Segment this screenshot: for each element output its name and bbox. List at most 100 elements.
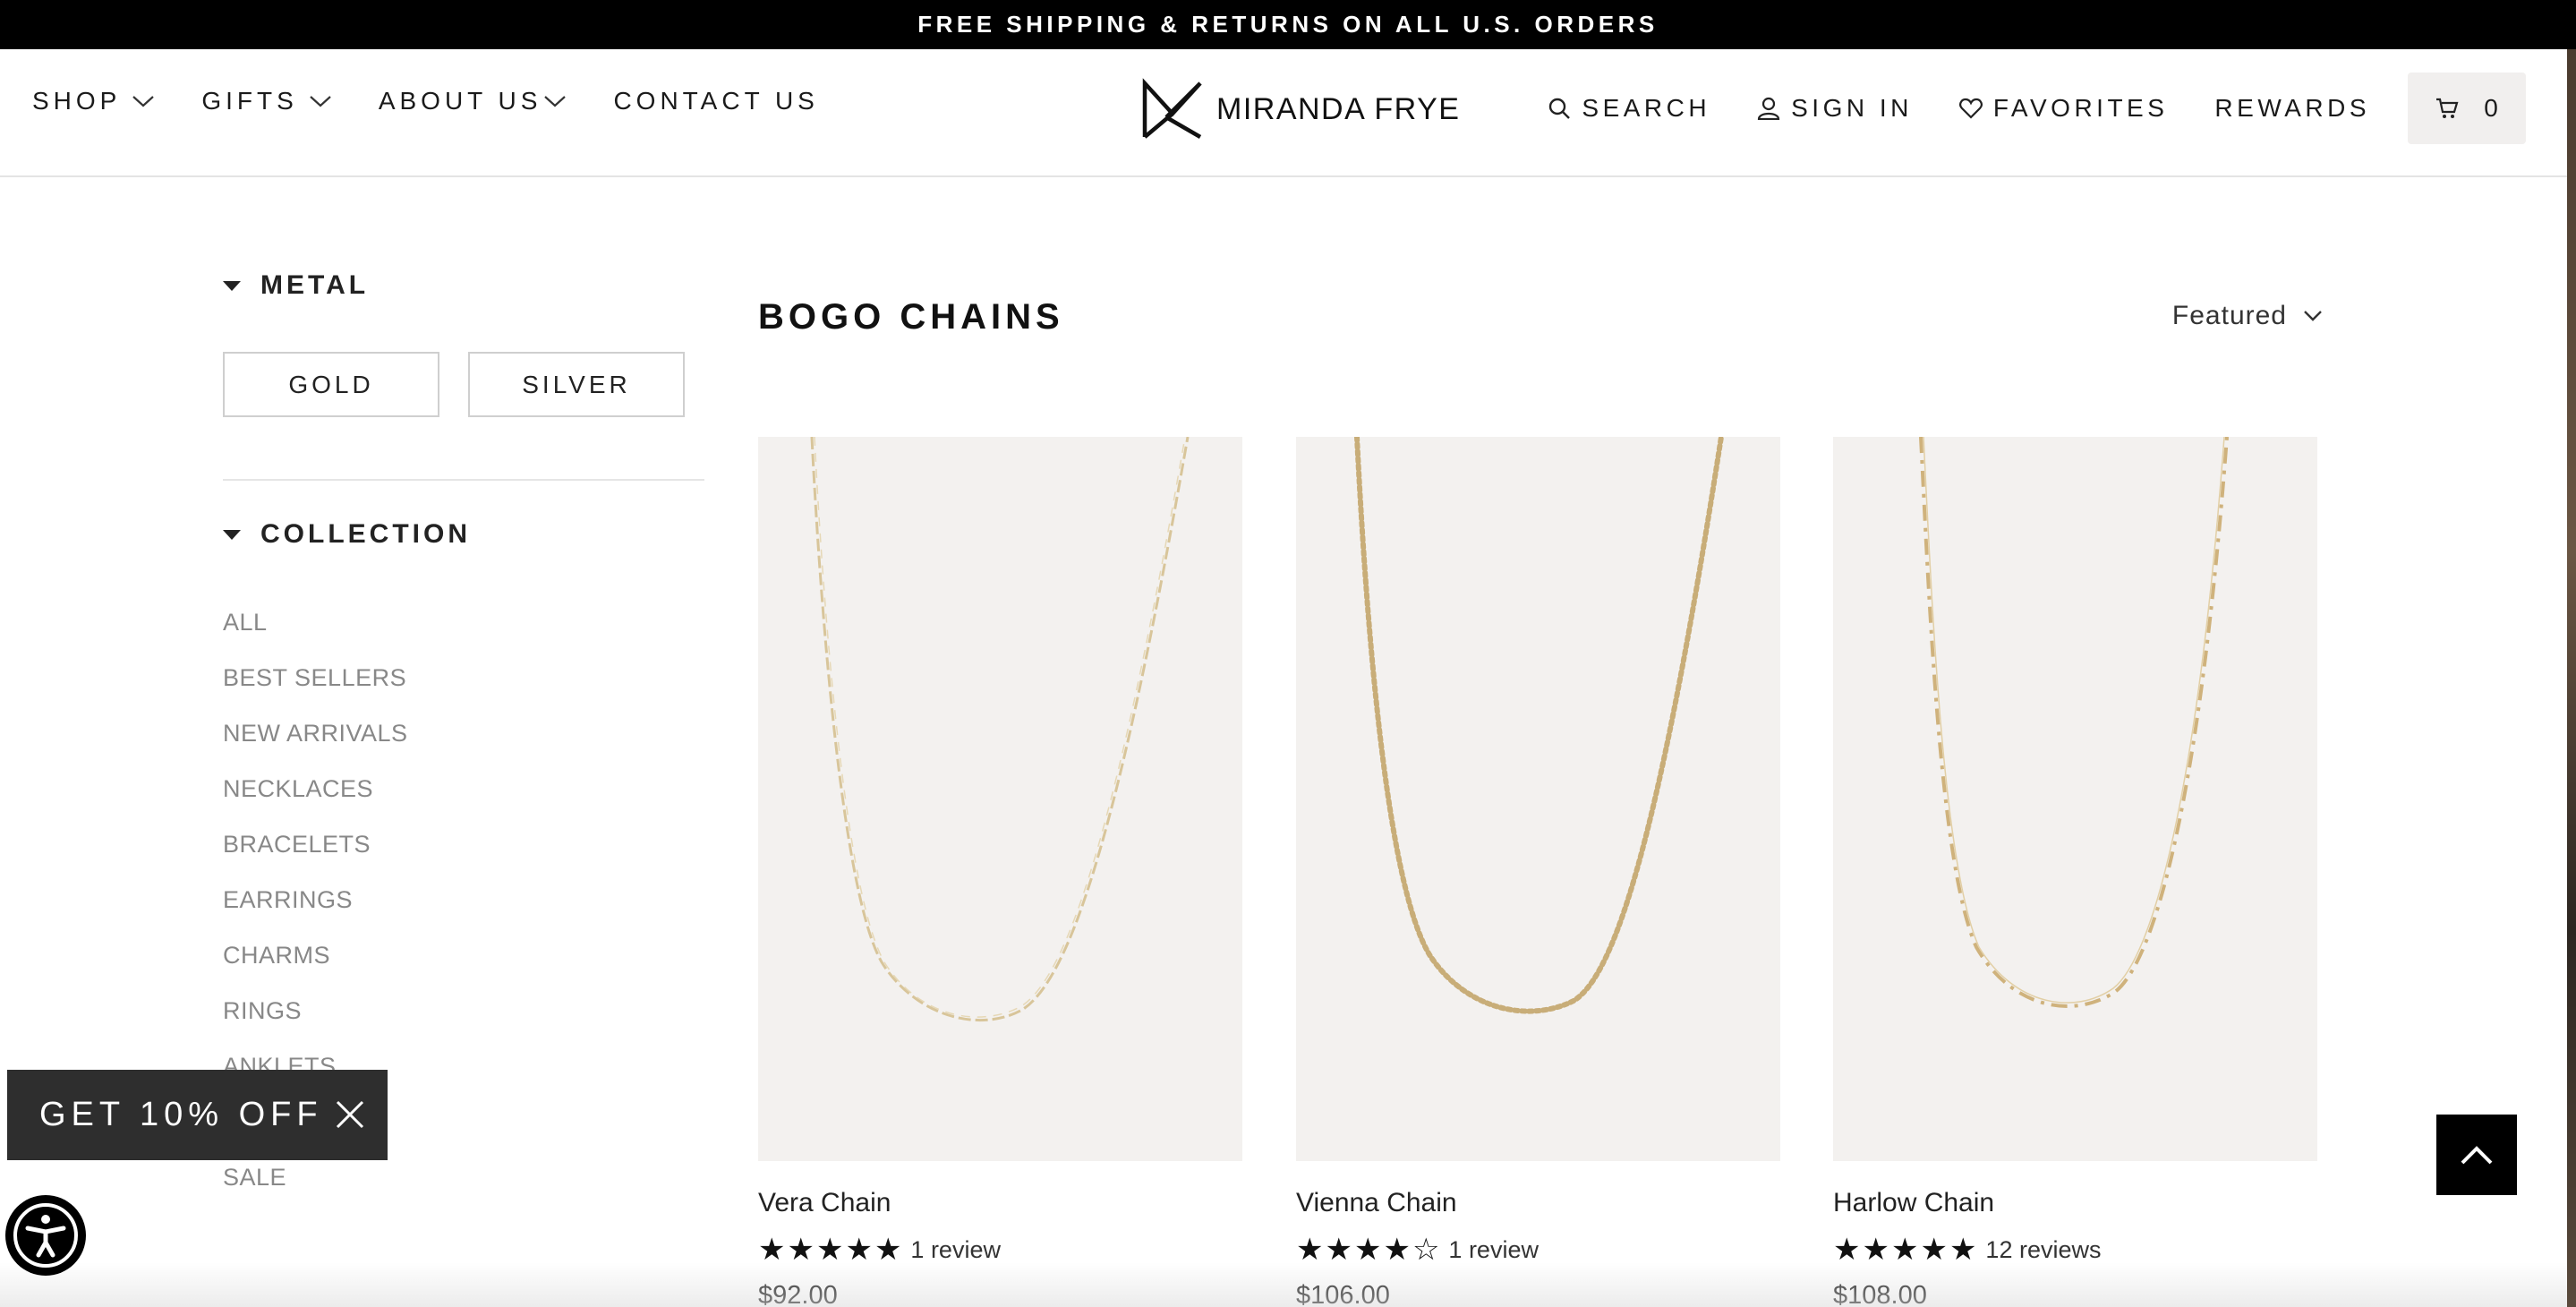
product-image[interactable] bbox=[758, 437, 1242, 1161]
chevron-down-icon bbox=[544, 96, 567, 107]
product-name[interactable]: Harlow Chain bbox=[1833, 1188, 2317, 1218]
star-full-icon: ★ bbox=[1920, 1233, 1948, 1267]
star-full-icon: ★ bbox=[1296, 1233, 1324, 1267]
favorites-link[interactable]: FAVORITES bbox=[1958, 94, 2169, 123]
collection-item-rings[interactable]: RINGS bbox=[223, 997, 408, 1053]
nav-shop-label: SHOP bbox=[32, 87, 122, 115]
star-rating: ★ ★ ★ ★ ★ bbox=[1833, 1234, 1978, 1265]
star-full-icon: ★ bbox=[1833, 1233, 1861, 1267]
sign-in-label: SIGN IN bbox=[1791, 94, 1913, 122]
chain-necklace-image bbox=[1919, 437, 2229, 1008]
filter-divider bbox=[223, 479, 704, 481]
star-full-icon: ★ bbox=[787, 1233, 815, 1267]
product-price: $92.00 bbox=[758, 1281, 838, 1307]
search-label: SEARCH bbox=[1582, 94, 1711, 122]
star-rating: ★ ★ ★ ★ ★ bbox=[758, 1234, 903, 1265]
rewards-link[interactable]: REWARDS bbox=[2214, 94, 2370, 123]
metal-filter-toggle[interactable]: METAL bbox=[223, 270, 369, 301]
chevron-down-icon bbox=[2304, 311, 2322, 321]
brand-name: MIRANDA FRYE bbox=[1216, 91, 1461, 126]
metal-gold-label: GOLD bbox=[288, 370, 374, 398]
product-card: Harlow Chain ★ ★ ★ ★ ★ 12 reviews $108.00 bbox=[1833, 437, 2317, 1307]
search-icon bbox=[1549, 98, 1571, 119]
brand-logo[interactable]: MIRANDA FRYE bbox=[1141, 78, 1460, 141]
cart-count: 0 bbox=[2484, 94, 2498, 122]
product-name[interactable]: Vienna Chain bbox=[1296, 1188, 1780, 1218]
discount-popup[interactable]: GET 10% OFF bbox=[7, 1070, 388, 1160]
metal-silver-label: SILVER bbox=[522, 370, 631, 398]
chain-necklace-image bbox=[810, 437, 1190, 1022]
review-count: 1 review bbox=[910, 1235, 1001, 1263]
star-full-icon: ★ bbox=[1949, 1233, 1977, 1267]
accessibility-icon bbox=[13, 1203, 78, 1268]
product-image[interactable] bbox=[1833, 437, 2317, 1161]
star-empty-icon: ☆ bbox=[1412, 1233, 1440, 1267]
discount-popup-label: GET 10% OFF bbox=[39, 1096, 323, 1133]
user-icon bbox=[1758, 97, 1780, 120]
star-full-icon: ★ bbox=[815, 1233, 844, 1267]
star-full-icon: ★ bbox=[758, 1233, 786, 1267]
page-title: BOGO CHAINS bbox=[758, 297, 1064, 337]
heart-icon bbox=[1958, 98, 1983, 119]
back-to-top-button[interactable] bbox=[2436, 1115, 2517, 1195]
collection-item-all[interactable]: ALL bbox=[223, 609, 408, 664]
metal-filter-title: METAL bbox=[260, 270, 370, 300]
nav-contact-us[interactable]: CONTACT US bbox=[613, 87, 818, 115]
collection-filter-title: COLLECTION bbox=[260, 519, 471, 549]
collection-item-best-sellers[interactable]: BEST SELLERS bbox=[223, 664, 408, 720]
collection-item-new-arrivals[interactable]: NEW ARRIVALS bbox=[223, 720, 408, 775]
collection-item-charms[interactable]: CHARMS bbox=[223, 942, 408, 997]
metal-gold-button[interactable]: GOLD bbox=[223, 352, 439, 417]
main-nav: SHOP GIFTS ABOUT US CONTACT US bbox=[32, 87, 866, 115]
window-edge bbox=[2567, 49, 2576, 1307]
chevron-down-icon bbox=[310, 96, 331, 107]
chevron-up-icon bbox=[2461, 1146, 2493, 1165]
product-rating[interactable]: ★ ★ ★ ★ ☆ 1 review bbox=[1296, 1234, 1780, 1265]
product-rating[interactable]: ★ ★ ★ ★ ★ 1 review bbox=[758, 1234, 1242, 1265]
star-full-icon: ★ bbox=[1325, 1233, 1352, 1267]
product-card: Vera Chain ★ ★ ★ ★ ★ 1 review $92.00 bbox=[758, 437, 1242, 1307]
utility-nav: SEARCH SIGN IN FAVORITES REWARDS 0 bbox=[1501, 73, 2526, 144]
favorites-label: FAVORITES bbox=[1992, 94, 2169, 122]
product-image[interactable] bbox=[1296, 437, 1780, 1161]
star-full-icon: ★ bbox=[1890, 1233, 1919, 1267]
announcement-text: FREE SHIPPING & RETURNS ON ALL U.S. ORDE… bbox=[917, 11, 1659, 38]
sort-dropdown[interactable]: Featured bbox=[2172, 301, 2323, 331]
collection-item-bracelets[interactable]: BRACELETS bbox=[223, 831, 408, 886]
nav-about-us-label: ABOUT US bbox=[378, 87, 542, 115]
search-link[interactable]: SEARCH bbox=[1548, 94, 1710, 123]
review-count: 12 reviews bbox=[1985, 1235, 2102, 1263]
product-card: Vienna Chain ★ ★ ★ ★ ☆ 1 review $106.00 bbox=[1296, 437, 1780, 1307]
mf-monogram-icon bbox=[1142, 78, 1202, 139]
star-full-icon: ★ bbox=[1862, 1233, 1889, 1267]
collection-filter-toggle[interactable]: COLLECTION bbox=[223, 519, 471, 550]
chevron-down-icon bbox=[132, 96, 155, 107]
review-count: 1 review bbox=[1448, 1235, 1539, 1263]
metal-silver-button[interactable]: SILVER bbox=[468, 352, 685, 417]
product-name[interactable]: Vera Chain bbox=[758, 1188, 1242, 1218]
chain-necklace-image bbox=[1354, 437, 1724, 1014]
nav-contact-us-label: CONTACT US bbox=[613, 87, 819, 115]
product-rating[interactable]: ★ ★ ★ ★ ★ 12 reviews bbox=[1833, 1234, 2317, 1265]
nav-about-us[interactable]: ABOUT US bbox=[379, 87, 567, 115]
cart-icon bbox=[2436, 98, 2459, 118]
sign-in-link[interactable]: SIGN IN bbox=[1757, 94, 1913, 123]
nav-gifts[interactable]: GIFTS bbox=[201, 87, 331, 115]
caret-down-icon bbox=[223, 529, 241, 540]
rewards-label: REWARDS bbox=[2214, 94, 2370, 122]
product-price: $106.00 bbox=[1296, 1281, 1390, 1307]
collection-item-sale[interactable]: SALE bbox=[223, 1164, 408, 1219]
site-header: SHOP GIFTS ABOUT US CONTACT US MIRANDA F… bbox=[0, 49, 2567, 177]
star-full-icon: ★ bbox=[874, 1233, 902, 1267]
sort-label: Featured bbox=[2171, 301, 2287, 330]
star-full-icon: ★ bbox=[1383, 1233, 1411, 1267]
caret-down-icon bbox=[223, 280, 241, 291]
close-icon[interactable] bbox=[334, 1098, 366, 1131]
collection-item-necklaces[interactable]: NECKLACES bbox=[223, 775, 408, 831]
announcement-bar: FREE SHIPPING & RETURNS ON ALL U.S. ORDE… bbox=[0, 0, 2576, 49]
cart-button[interactable]: 0 bbox=[2408, 73, 2526, 144]
accessibility-button[interactable] bbox=[5, 1195, 86, 1276]
collection-item-earrings[interactable]: EARRINGS bbox=[223, 886, 408, 942]
star-full-icon: ★ bbox=[845, 1233, 873, 1267]
nav-shop[interactable]: SHOP bbox=[32, 87, 155, 115]
